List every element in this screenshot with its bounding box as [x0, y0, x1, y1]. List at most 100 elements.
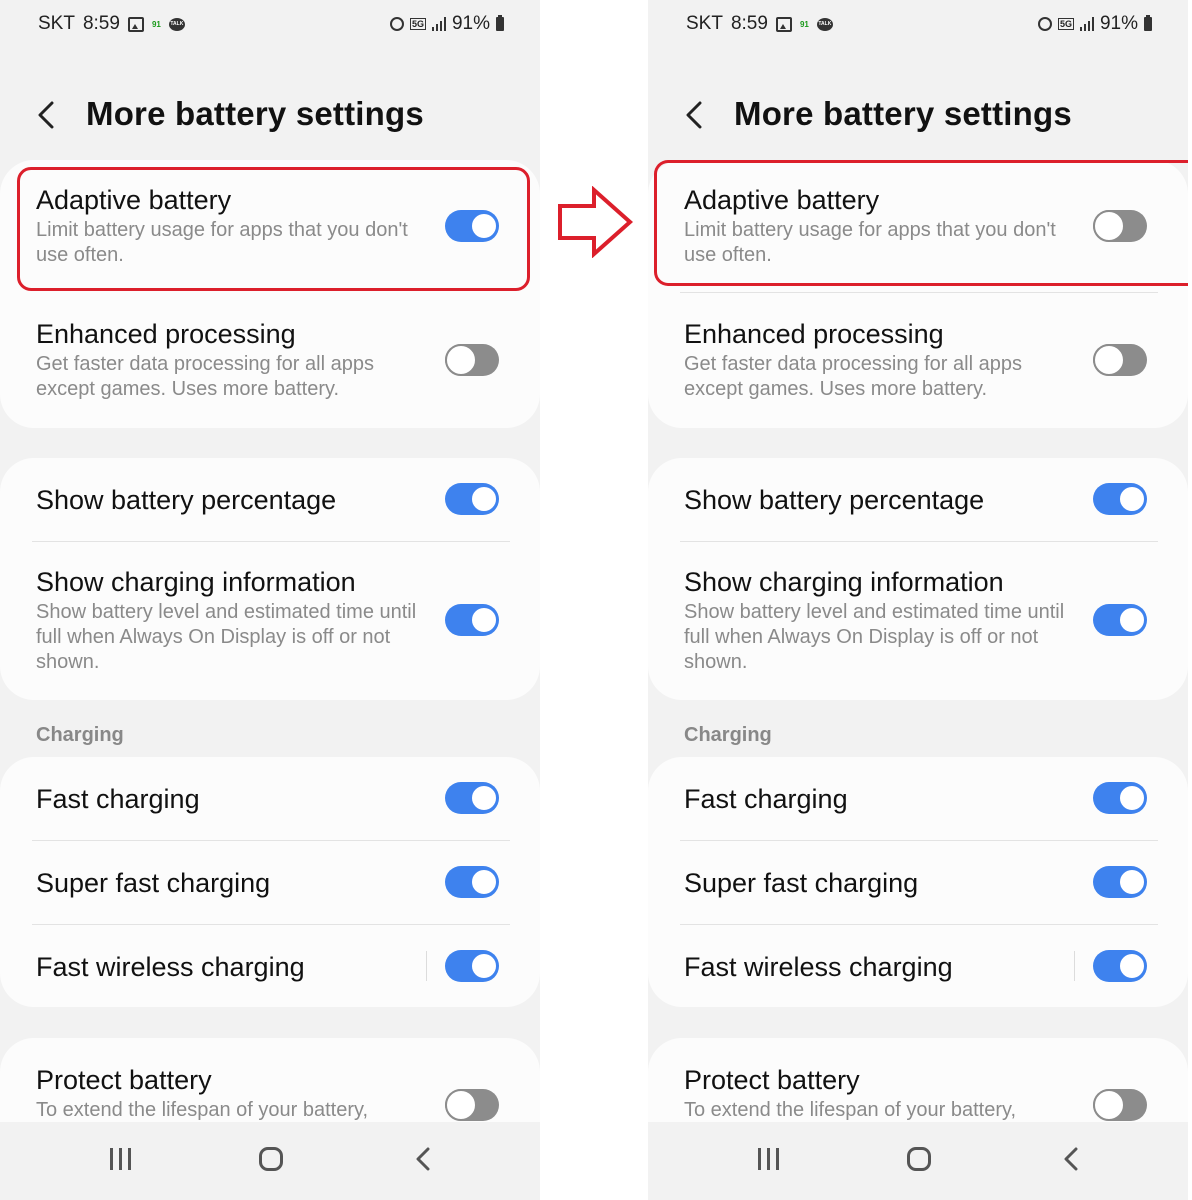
setting-title: Show battery percentage — [36, 485, 337, 515]
recents-icon[interactable] — [758, 1148, 782, 1170]
setting-fast-charging[interactable]: Fast charging — [684, 783, 1154, 815]
setting-fast-charging[interactable]: Fast charging — [36, 783, 506, 815]
show-battery-percentage-toggle[interactable] — [1093, 483, 1147, 515]
right-arrow-icon — [558, 186, 634, 258]
toggle-knob — [1118, 606, 1146, 634]
section-label-charging: Charging — [36, 724, 124, 746]
network-5g-icon: 5G — [409, 18, 426, 30]
settings-card-charging: Fast charging Super fast charging Fast w… — [648, 757, 1188, 1007]
hotspot-icon — [1037, 17, 1052, 31]
setting-title: Show charging information — [684, 567, 1004, 597]
back-button[interactable] — [684, 96, 708, 132]
setting-fast-wireless-charging[interactable]: Fast wireless charging — [36, 951, 506, 983]
setting-description: To extend the lifespan of your battery, — [36, 1099, 369, 1121]
divider — [680, 292, 1158, 293]
app-header: More battery settings — [36, 92, 424, 136]
setting-title: Fast charging — [36, 784, 200, 814]
notification-badge: 91 — [151, 19, 161, 29]
fast-charging-toggle[interactable] — [1093, 782, 1147, 814]
back-icon[interactable] — [414, 1147, 434, 1171]
toggle-knob — [445, 344, 477, 376]
setting-show-battery-percentage[interactable]: Show battery percentage — [36, 484, 506, 516]
navigation-bar — [0, 1122, 540, 1200]
setting-description: Show battery level and estimated time un… — [684, 601, 1065, 673]
show-battery-percentage-toggle[interactable] — [445, 483, 499, 515]
page-title: More battery settings — [734, 95, 1072, 132]
toggle-knob — [1118, 485, 1146, 513]
setting-protect-battery[interactable]: Protect battery To extend the lifespan o… — [36, 1064, 506, 1123]
setting-super-fast-charging[interactable]: Super fast charging — [684, 867, 1154, 899]
show-charging-information-toggle[interactable] — [445, 604, 499, 636]
home-icon[interactable] — [259, 1147, 283, 1171]
screenshot-after: SKT 8:59 91 TALK 5G 91% More battery set… — [648, 0, 1188, 1200]
setting-show-battery-percentage[interactable]: Show battery percentage — [684, 484, 1154, 516]
signal-icon — [431, 17, 446, 31]
carrier-label: SKT — [686, 13, 723, 34]
enhanced-processing-toggle[interactable] — [1093, 344, 1147, 376]
battery-icon — [496, 15, 504, 31]
gallery-notification-icon — [127, 16, 144, 32]
battery-percent: 91% — [1099, 13, 1138, 34]
highlight-box — [654, 160, 1188, 286]
setting-enhanced-processing[interactable]: Enhanced processing Get faster data proc… — [36, 318, 506, 402]
highlight-box — [17, 167, 530, 291]
fast-charging-toggle[interactable] — [445, 782, 499, 814]
hotspot-icon — [389, 17, 404, 31]
toggle-knob — [1118, 868, 1146, 896]
navigation-bar — [648, 1122, 1188, 1200]
setting-title: Show charging information — [36, 567, 356, 597]
setting-show-charging-information[interactable]: Show charging information Show battery l… — [684, 566, 1154, 675]
vertical-separator — [1074, 951, 1075, 981]
setting-fast-wireless-charging[interactable]: Fast wireless charging — [684, 951, 1154, 983]
gallery-notification-icon — [775, 16, 792, 32]
protect-battery-toggle[interactable] — [445, 1089, 499, 1121]
settings-card-display: Show battery percentage Show charging in… — [0, 458, 540, 700]
clock: 8:59 — [730, 13, 768, 34]
chevron-left-icon — [38, 101, 54, 129]
battery-percent: 91% — [451, 13, 490, 34]
super-fast-charging-toggle[interactable] — [445, 866, 499, 898]
back-icon[interactable] — [1062, 1147, 1082, 1171]
setting-description: Show battery level and estimated time un… — [36, 601, 417, 673]
show-charging-information-toggle[interactable] — [1093, 604, 1147, 636]
setting-title: Fast wireless charging — [684, 952, 953, 982]
signal-icon — [1079, 17, 1094, 31]
settings-card-charging: Fast charging Super fast charging Fast w… — [0, 757, 540, 1007]
fast-wireless-charging-toggle[interactable] — [445, 950, 499, 982]
setting-title: Protect battery — [36, 1065, 212, 1095]
setting-title: Enhanced processing — [684, 319, 944, 349]
fast-wireless-charging-toggle[interactable] — [1093, 950, 1147, 982]
divider — [680, 541, 1158, 542]
settings-card-display: Show battery percentage Show charging in… — [648, 458, 1188, 700]
home-icon[interactable] — [907, 1147, 931, 1171]
divider — [32, 924, 510, 925]
setting-description: To extend the lifespan of your battery, — [684, 1099, 1017, 1121]
vertical-separator — [426, 951, 427, 981]
toggle-knob — [470, 606, 498, 634]
toggle-knob — [470, 485, 498, 513]
talk-notification-icon: TALK — [816, 17, 833, 31]
section-label-charging: Charging — [684, 724, 772, 746]
back-button[interactable] — [36, 96, 60, 132]
toggle-knob — [470, 868, 498, 896]
setting-super-fast-charging[interactable]: Super fast charging — [36, 867, 506, 899]
setting-title: Enhanced processing — [36, 319, 296, 349]
protect-battery-toggle[interactable] — [1093, 1089, 1147, 1121]
setting-description: Get faster data processing for all apps … — [36, 353, 374, 400]
toggle-knob — [1118, 952, 1146, 980]
super-fast-charging-toggle[interactable] — [1093, 866, 1147, 898]
setting-show-charging-information[interactable]: Show charging information Show battery l… — [36, 566, 506, 675]
app-header: More battery settings — [684, 92, 1072, 136]
setting-enhanced-processing[interactable]: Enhanced processing Get faster data proc… — [684, 318, 1154, 402]
enhanced-processing-toggle[interactable] — [445, 344, 499, 376]
page-title: More battery settings — [86, 95, 424, 132]
chevron-left-icon — [686, 101, 702, 129]
setting-protect-battery[interactable]: Protect battery To extend the lifespan o… — [684, 1064, 1154, 1123]
notification-badge: 91 — [799, 19, 809, 29]
setting-title: Super fast charging — [684, 868, 919, 898]
network-5g-icon: 5G — [1057, 18, 1074, 30]
status-bar: SKT 8:59 91 TALK 5G 91% — [0, 10, 540, 40]
toggle-knob — [470, 952, 498, 980]
setting-title: Fast wireless charging — [36, 952, 305, 982]
recents-icon[interactable] — [110, 1148, 134, 1170]
